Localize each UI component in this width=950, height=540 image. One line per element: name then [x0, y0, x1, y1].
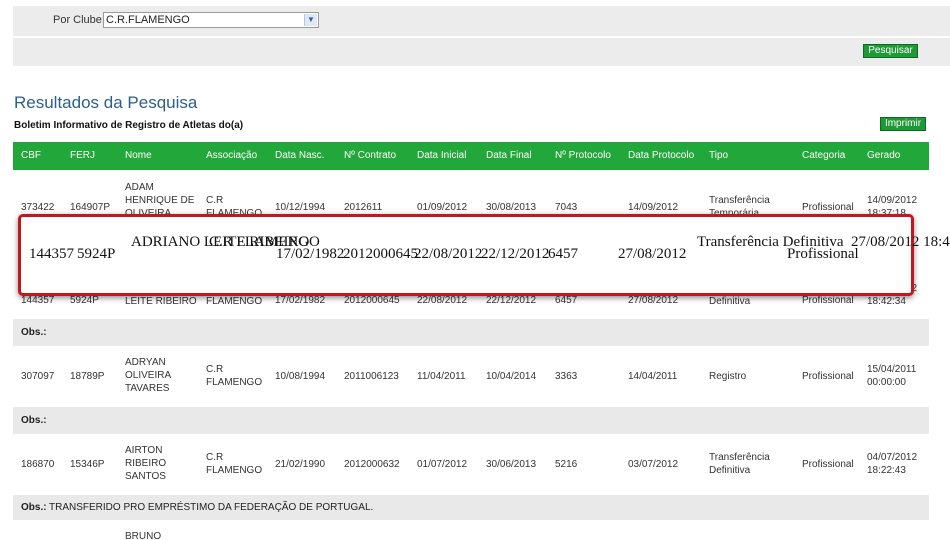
search-button[interactable]: Pesquisar [863, 44, 918, 58]
zoom-categoria: Profissional [787, 246, 859, 262]
header-protocolo: Nº Protocolo [555, 150, 611, 161]
cell-nome: ADRYAN OLIVEIRA TAVARES [125, 357, 171, 394]
report-subtitle: Boletim Informativo de Registro de Atlet… [14, 120, 244, 131]
cell-data-inicial: 01/09/2012 [417, 202, 468, 213]
zoom-data-nasc: 17/02/1982 [276, 246, 345, 262]
cell-ferj: 18789P [70, 371, 105, 382]
cell-data-nasc: 10/08/1994 [275, 371, 326, 382]
cell-associacao: C.R FLAMENGO [206, 452, 263, 476]
cell-tipo: Registro [709, 371, 747, 382]
header-data-final: Data Final [486, 150, 532, 161]
zoom-tipo: Transferência Definitiva [697, 234, 844, 250]
cell-data-inicial: 11/04/2011 [417, 371, 466, 382]
zoom-protocolo: 6457 [548, 246, 578, 262]
header-data-inicial: Data Inicial [417, 150, 467, 161]
zoom-gerado: 27/08/2012 18:42:34 [851, 234, 950, 250]
obs-label: Obs.: [21, 327, 47, 338]
table-header: CBF FERJ Nome Associação Data Nasc. Nº C… [13, 142, 929, 170]
chevron-down-icon[interactable]: ▼ [304, 14, 317, 26]
zoom-data-protocolo: 27/08/2012 [618, 246, 687, 262]
zoom-data-inicial: 22/08/2012 [414, 246, 483, 262]
obs-label: Obs.: [21, 502, 47, 513]
club-select[interactable]: C.R.FLAMENGO ▼ [103, 12, 319, 28]
cell-categoria: Profissional [802, 371, 854, 382]
cell-contrato: 2011006123 [344, 371, 399, 382]
zoom-ferj: 5924P [77, 246, 116, 262]
cell-data-protocolo: 14/04/2011 [628, 371, 678, 382]
cell-nome: BRUNO [125, 531, 162, 540]
table-row[interactable]: 186870 15346P AIRTON RIBEIRO SANTOS C.R … [13, 435, 929, 493]
zoom-associacao: C.R FLAMENGO [209, 234, 320, 250]
cell-data-protocolo: 03/07/2012 [628, 459, 679, 470]
table-row[interactable]: BRUNO [13, 522, 929, 540]
cell-contrato: 2012611 [344, 202, 383, 213]
obs-row: Obs.: [13, 407, 929, 434]
obs-row: Obs.: TRANSFERIDO PRO EMPRÉSTIMO DA FEDE… [13, 495, 929, 520]
cell-cbf: 307097 [21, 371, 55, 382]
zoom-data-final: 22/12/2012 [481, 246, 550, 262]
cell-data-final: 30/06/2013 [486, 459, 537, 470]
results-title: Resultados da Pesquisa [14, 93, 198, 112]
zoom-cbf: 144357 [29, 246, 74, 262]
cell-data-final: 30/08/2013 [486, 202, 537, 213]
header-data-protocolo: Data Protocolo [628, 150, 695, 161]
cell-associacao: C.R FLAMENGO [206, 364, 263, 388]
highlight-callout: 144357 5924P ADRIANO LEITE RIBEIRO C.R F… [18, 214, 950, 296]
table-row[interactable]: 373422 164907P ADAM HENRIQUE DE OLIVEIRA… [13, 172, 929, 220]
header-ferj: FERJ [70, 150, 95, 161]
cell-protocolo: 7043 [555, 202, 578, 213]
cell-categoria: Profissional [802, 459, 854, 470]
table-row[interactable]: 307097 18789P ADRYAN OLIVEIRA TAVARES C.… [13, 347, 929, 405]
cell-protocolo: 3363 [555, 371, 578, 382]
action-bar: Pesquisar [13, 38, 950, 66]
header-associacao: Associação [206, 150, 258, 161]
cell-tipo: Transferência Definitiva [709, 452, 770, 476]
header-data-nasc: Data Nasc. [275, 150, 325, 161]
cell-data-protocolo: 14/09/2012 [628, 202, 679, 213]
zoom-nome: ADRIANO LEITE RIBEIRO [131, 234, 310, 250]
header-nome: Nome [125, 150, 152, 161]
obs-row: Obs.: [13, 319, 929, 346]
cell-contrato: 2012000632 [344, 459, 400, 470]
header-categoria: Categoria [802, 150, 846, 161]
club-filter-label: Por Clube: [53, 14, 105, 26]
header-contrato: Nº Contrato [344, 150, 397, 161]
header-tipo: Tipo [709, 150, 729, 161]
cell-gerado: 04/07/2012 18:22:43 [867, 452, 918, 476]
print-button[interactable]: Imprimir [880, 117, 926, 131]
obs-label: Obs.: [21, 415, 47, 426]
cell-ferj: 15346P [70, 459, 105, 470]
cell-nome: AIRTON RIBEIRO SANTOS [125, 445, 167, 482]
cell-protocolo: 5216 [555, 459, 578, 470]
club-select-value: C.R.FLAMENGO [106, 14, 190, 26]
obs-text: TRANSFERIDO PRO EMPRÉSTIMO DA FEDERAÇÃO … [49, 502, 374, 513]
cell-categoria: Profissional [802, 202, 854, 213]
cell-data-final: 10/04/2014 [486, 371, 537, 382]
cell-data-inicial: 01/07/2012 [417, 459, 468, 470]
header-cbf: CBF [21, 150, 41, 161]
cell-data-nasc: 21/02/1990 [275, 459, 326, 470]
header-gerado: Gerado [867, 150, 901, 161]
zoom-contrato: 2012000645 [343, 246, 418, 262]
cell-data-nasc: 10/12/1994 [275, 202, 326, 213]
cell-cbf: 186870 [21, 459, 55, 470]
cell-gerado: 15/04/2011 00:00:00 [867, 364, 917, 388]
filter-bar: Por Clube: C.R.FLAMENGO ▼ [13, 6, 950, 36]
cell-ferj: 164907P [70, 202, 111, 213]
cell-cbf: 373422 [21, 202, 55, 213]
